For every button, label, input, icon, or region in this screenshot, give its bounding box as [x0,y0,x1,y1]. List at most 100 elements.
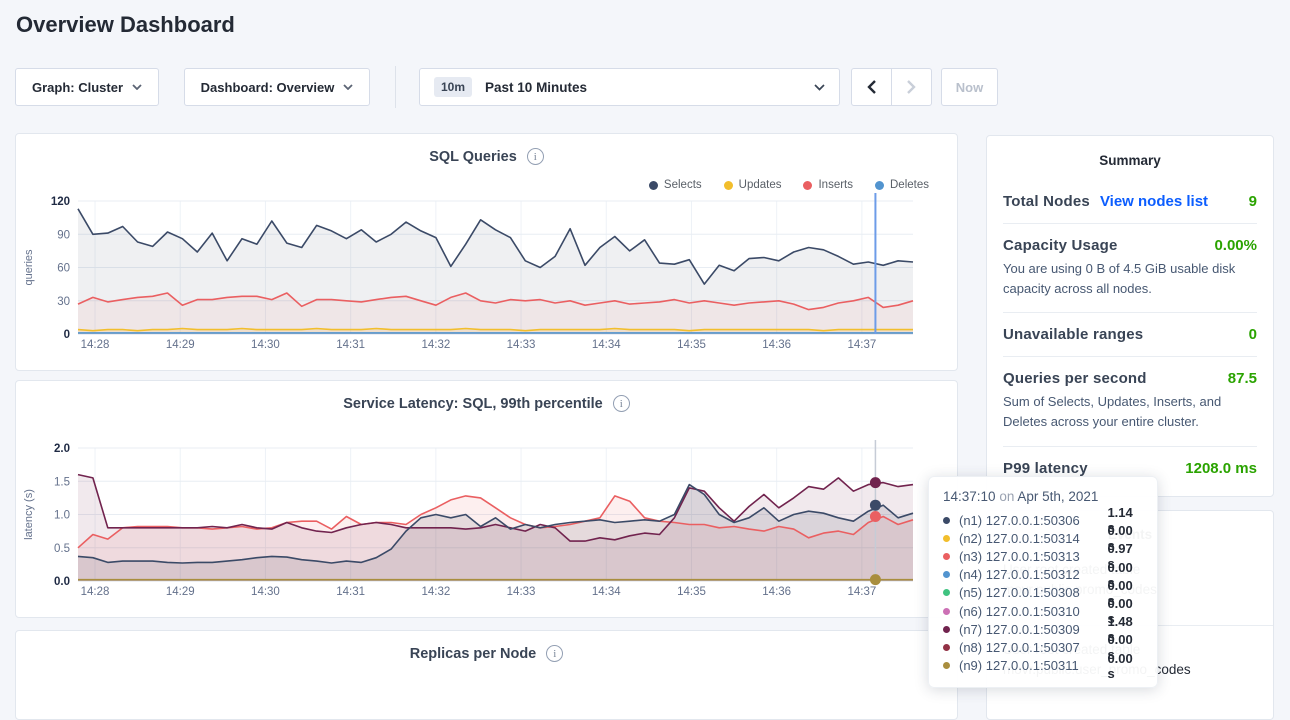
svg-text:120: 120 [51,196,70,208]
svg-text:14:30: 14:30 [251,339,280,351]
svg-text:14:29: 14:29 [166,339,195,351]
p99-label: P99 latency [1003,460,1088,477]
unavailable-label: Unavailable ranges [1003,326,1143,343]
svg-text:2.0: 2.0 [54,443,70,455]
chevron-left-icon [867,80,876,94]
capacity-label: Capacity Usage [1003,237,1118,254]
time-next-button[interactable] [891,68,932,106]
summary-row-capacity: Capacity Usage 0.00% You are using 0 B o… [1003,224,1257,313]
time-range-dropdown[interactable]: 10m Past 10 Minutes [419,68,840,106]
sql-queries-title: SQL Queries [429,149,517,165]
svg-text:1.0: 1.0 [54,510,70,522]
svg-text:30: 30 [57,296,70,308]
svg-text:0: 0 [64,329,70,341]
p99-value: 1208.0 ms [1185,460,1257,477]
tooltip-time: 14:37:10 [943,489,996,504]
replicas-card: Replicas per Node i [15,630,958,720]
series-dot-icon [943,553,950,560]
series-dot-icon [943,662,950,669]
unavailable-value: 0 [1249,326,1257,343]
dashboard-dropdown[interactable]: Dashboard: Overview [184,68,370,106]
svg-text:14:28: 14:28 [81,339,110,351]
svg-text:14:29: 14:29 [166,586,195,598]
total-nodes-label: Total Nodes [1003,193,1090,210]
tooltip-on-word: on [999,489,1014,504]
svg-text:14:31: 14:31 [336,339,365,351]
tooltip-node-label: (n6) 127.0.0.1:50310 [959,604,1107,619]
svg-text:14:32: 14:32 [421,339,450,351]
capacity-desc: You are using 0 B of 4.5 GiB usable disk… [1003,259,1257,299]
svg-text:14:33: 14:33 [507,339,536,351]
svg-text:14:35: 14:35 [677,586,706,598]
svg-text:0.5: 0.5 [54,543,70,555]
svg-text:14:35: 14:35 [677,339,706,351]
svg-text:14:34: 14:34 [592,586,621,598]
total-nodes-value: 9 [1249,193,1257,210]
chart-hover-tooltip: 14:37:10 on Apr 5th, 2021 (n1) 127.0.0.1… [928,476,1158,688]
svg-text:14:37: 14:37 [847,339,876,351]
controls-divider [395,66,396,108]
time-range-badge: 10m [434,77,472,97]
svg-text:14:33: 14:33 [507,586,536,598]
series-dot-icon [943,517,950,524]
info-icon[interactable]: i [546,645,563,662]
svg-text:14:30: 14:30 [251,586,280,598]
svg-text:14:32: 14:32 [421,586,450,598]
tooltip-node-label: (n5) 127.0.0.1:50308 [959,585,1107,600]
qps-value: 87.5 [1228,370,1257,387]
latency-card: Service Latency: SQL, 99th percentile i … [15,380,958,618]
tooltip-date: Apr 5th, 2021 [1017,489,1098,504]
svg-text:queries: queries [23,249,35,286]
svg-text:0.0: 0.0 [54,576,70,588]
svg-text:14:34: 14:34 [592,339,621,351]
svg-text:14:36: 14:36 [762,339,791,351]
svg-text:14:28: 14:28 [81,586,110,598]
summary-row-qps: Queries per second 87.5 Sum of Selects, … [1003,357,1257,446]
svg-text:60: 60 [57,263,70,275]
tooltip-node-label: (n7) 127.0.0.1:50309 [959,622,1107,637]
tooltip-node-label: (n9) 127.0.0.1:50311 [959,658,1107,673]
tooltip-node-label: (n3) 127.0.0.1:50313 [959,549,1107,564]
series-dot-icon [943,571,950,578]
latency-title: Service Latency: SQL, 99th percentile [343,396,603,412]
tooltip-node-value: 0.00 s [1107,651,1143,681]
tooltip-row: (n9) 127.0.0.1:503110.00 s [943,657,1143,675]
graph-dropdown-label: Graph: Cluster [32,80,123,95]
view-nodes-list-link[interactable]: View nodes list [1100,193,1208,210]
svg-text:90: 90 [57,229,70,241]
chevron-down-icon [814,84,825,91]
svg-text:1.5: 1.5 [54,476,70,488]
series-dot-icon [943,626,950,633]
tooltip-timestamp: 14:37:10 on Apr 5th, 2021 [943,489,1143,504]
capacity-value: 0.00% [1214,237,1257,254]
svg-text:latency (s): latency (s) [23,489,35,540]
svg-text:14:31: 14:31 [336,586,365,598]
series-dot-icon [943,535,950,542]
graph-dropdown[interactable]: Graph: Cluster [15,68,159,106]
sql-queries-chart[interactable]: 14:28 14:29 14:30 14:31 14:32 14:33 14:34 14:35… [16,184,957,366]
tooltip-node-label: (n8) 127.0.0.1:50307 [959,640,1107,655]
latency-chart[interactable]: 14:28 14:29 14:30 14:31 14:32 14:33 14:34 14:35… [16,431,957,613]
info-icon[interactable]: i [613,395,630,412]
info-icon[interactable]: i [527,148,544,165]
summary-title: Summary [1003,153,1257,168]
chevron-right-icon [907,80,916,94]
summary-panel: Summary Total Nodes View nodes list 9 Ca… [986,135,1274,497]
replicas-title: Replicas per Node [410,646,537,662]
time-prev-button[interactable] [851,68,892,106]
chevron-down-icon [132,84,142,90]
summary-row-total-nodes: Total Nodes View nodes list 9 [1003,180,1257,224]
sql-queries-card: SQL Queries i SelectsUpdatesInsertsDelet… [15,133,958,371]
series-dot-icon [943,608,950,615]
now-button[interactable]: Now [941,68,998,106]
summary-row-unavailable: Unavailable ranges 0 [1003,313,1257,357]
qps-desc: Sum of Selects, Updates, Inserts, and De… [1003,392,1257,432]
chevron-down-icon [343,84,353,90]
tooltip-node-label: (n4) 127.0.0.1:50312 [959,567,1107,582]
tooltip-node-label: (n1) 127.0.0.1:50306 [959,513,1107,528]
qps-label: Queries per second [1003,370,1147,387]
svg-text:14:37: 14:37 [847,586,876,598]
tooltip-node-label: (n2) 127.0.0.1:50314 [959,531,1107,546]
page-title: Overview Dashboard [16,12,235,38]
series-dot-icon [943,644,950,651]
